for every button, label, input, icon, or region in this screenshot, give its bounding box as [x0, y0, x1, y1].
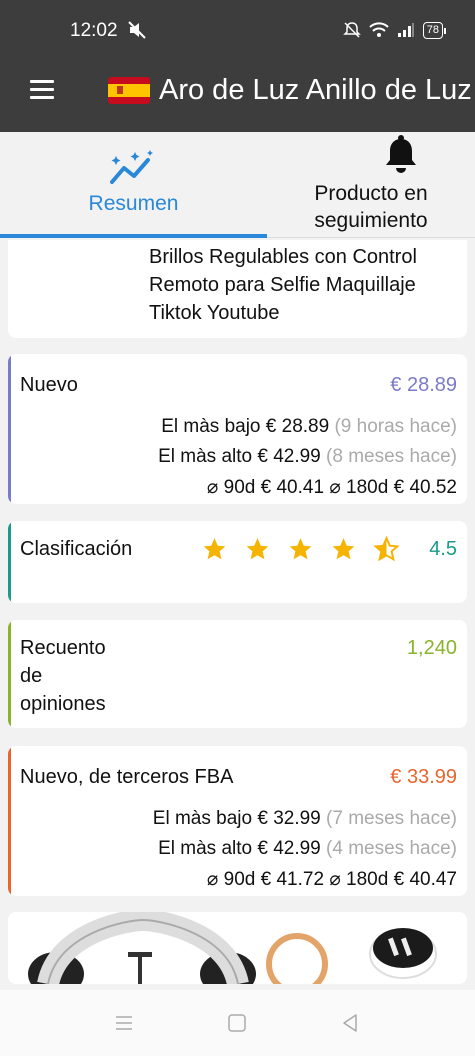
lowest-value: € 28.89: [265, 416, 330, 437]
avg90-label: ⌀ 90d: [206, 869, 256, 890]
current-price: € 33.99: [390, 766, 457, 788]
star-full-icon: [246, 538, 269, 560]
card-accent-bar: [8, 620, 11, 728]
mute-icon: [128, 21, 146, 39]
back-icon[interactable]: [340, 1013, 360, 1033]
average-price-row: ⌀ 90d € 40.41 ⌀ 180d € 40.52: [207, 476, 457, 499]
lowest-label: El màs bajo: [152, 808, 253, 829]
highest-label: El màs alto: [158, 446, 253, 467]
star-half-icon: [373, 536, 400, 562]
bell-icon: [386, 135, 416, 173]
review-count-card[interactable]: Recuento de opiniones 1,240: [8, 620, 467, 728]
rating-label: Clasificación: [20, 538, 133, 560]
price-type-label: Nuevo: [20, 374, 78, 396]
highest-value: € 42.99: [257, 838, 321, 859]
avg90-label: ⌀ 90d: [206, 477, 256, 498]
rating-card[interactable]: Clasificación 4.5: [8, 521, 467, 603]
tab-active-indicator: [0, 234, 267, 238]
lowest-label: El màs bajo: [161, 416, 261, 437]
page-title: Aro de Luz Anillo de Luz: [159, 74, 472, 106]
highest-time: (4 meses hace): [326, 838, 457, 859]
trending-sparkle-icon: [110, 150, 153, 184]
tab-bar: Resumen Producto en seguimiento: [0, 132, 475, 238]
status-time: 12:02: [70, 20, 118, 41]
avg180-label: ⌀ 180d: [329, 477, 389, 498]
highest-label: El màs alto: [158, 838, 253, 859]
signal-icon: [397, 23, 414, 37]
highest-price-row: El màs alto € 42.99 (8 meses hace): [158, 446, 457, 468]
rating-value: 4.5: [429, 538, 457, 560]
wifi-icon: [369, 22, 389, 37]
highest-time: (8 meses hace): [326, 446, 457, 467]
average-price-row: ⌀ 90d € 41.72 ⌀ 180d € 40.47: [207, 868, 457, 891]
star-full-icon: [203, 538, 226, 560]
home-icon[interactable]: [227, 1013, 247, 1033]
tab-summary-label: Resumen: [88, 192, 179, 215]
lowest-time: (9 horas hace): [334, 416, 457, 437]
highest-price-row: El màs alto € 42.99 (4 meses hace): [158, 838, 457, 860]
product-description: Brillos Regulables con Control Remoto pa…: [149, 246, 417, 324]
star-full-icon: [289, 538, 312, 560]
review-count-label: Recuento de opiniones: [20, 637, 106, 715]
lowest-price-row: El màs bajo € 32.99 (7 meses hace): [153, 808, 457, 830]
do-not-disturb-icon: [342, 22, 361, 38]
hamburger-menu-icon[interactable]: [30, 80, 54, 100]
card-accent-bar: [8, 746, 11, 896]
rating-stars: [201, 536, 400, 562]
highest-value: € 42.99: [257, 446, 321, 467]
current-price: € 28.89: [390, 374, 457, 396]
system-nav-bar: [0, 990, 475, 1056]
recents-icon[interactable]: [114, 1014, 134, 1032]
status-bar: 12:02 78: [0, 0, 475, 60]
avg90-value: € 41.72: [260, 869, 325, 890]
price-card-fba[interactable]: Nuevo, de terceros FBA € 33.99 El màs ba…: [8, 746, 467, 896]
price-card-new[interactable]: Nuevo € 28.89 El màs bajo € 28.89 (9 hor…: [8, 354, 467, 504]
star-full-icon: [332, 538, 355, 560]
lowest-price-row: El màs bajo € 28.89 (9 horas hace): [161, 416, 457, 438]
tab-summary[interactable]: Resumen: [0, 132, 267, 238]
avg180-value: € 40.47: [393, 869, 457, 890]
product-description-card: Brillos Regulables con Control Remoto pa…: [8, 240, 467, 338]
review-count-value: 1,240: [406, 637, 457, 659]
product-image-card[interactable]: [8, 912, 467, 984]
avg180-label: ⌀ 180d: [329, 869, 389, 890]
card-accent-bar: [8, 354, 11, 504]
price-type-label: Nuevo, de terceros FBA: [20, 766, 234, 788]
app-bar: Aro de Luz Anillo de Luz: [0, 60, 475, 132]
card-accent-bar: [8, 521, 11, 603]
tab-tracking[interactable]: Producto en seguimiento: [267, 132, 475, 238]
battery-icon: 78: [422, 21, 447, 39]
avg90-value: € 40.41: [260, 477, 325, 498]
product-image: [28, 912, 437, 984]
tab-tracking-label: Producto en seguimiento: [314, 182, 428, 232]
spain-flag-icon: [108, 77, 150, 104]
lowest-time: (7 meses hace): [326, 808, 457, 829]
avg180-value: € 40.52: [393, 477, 457, 498]
lowest-value: € 32.99: [257, 808, 321, 829]
